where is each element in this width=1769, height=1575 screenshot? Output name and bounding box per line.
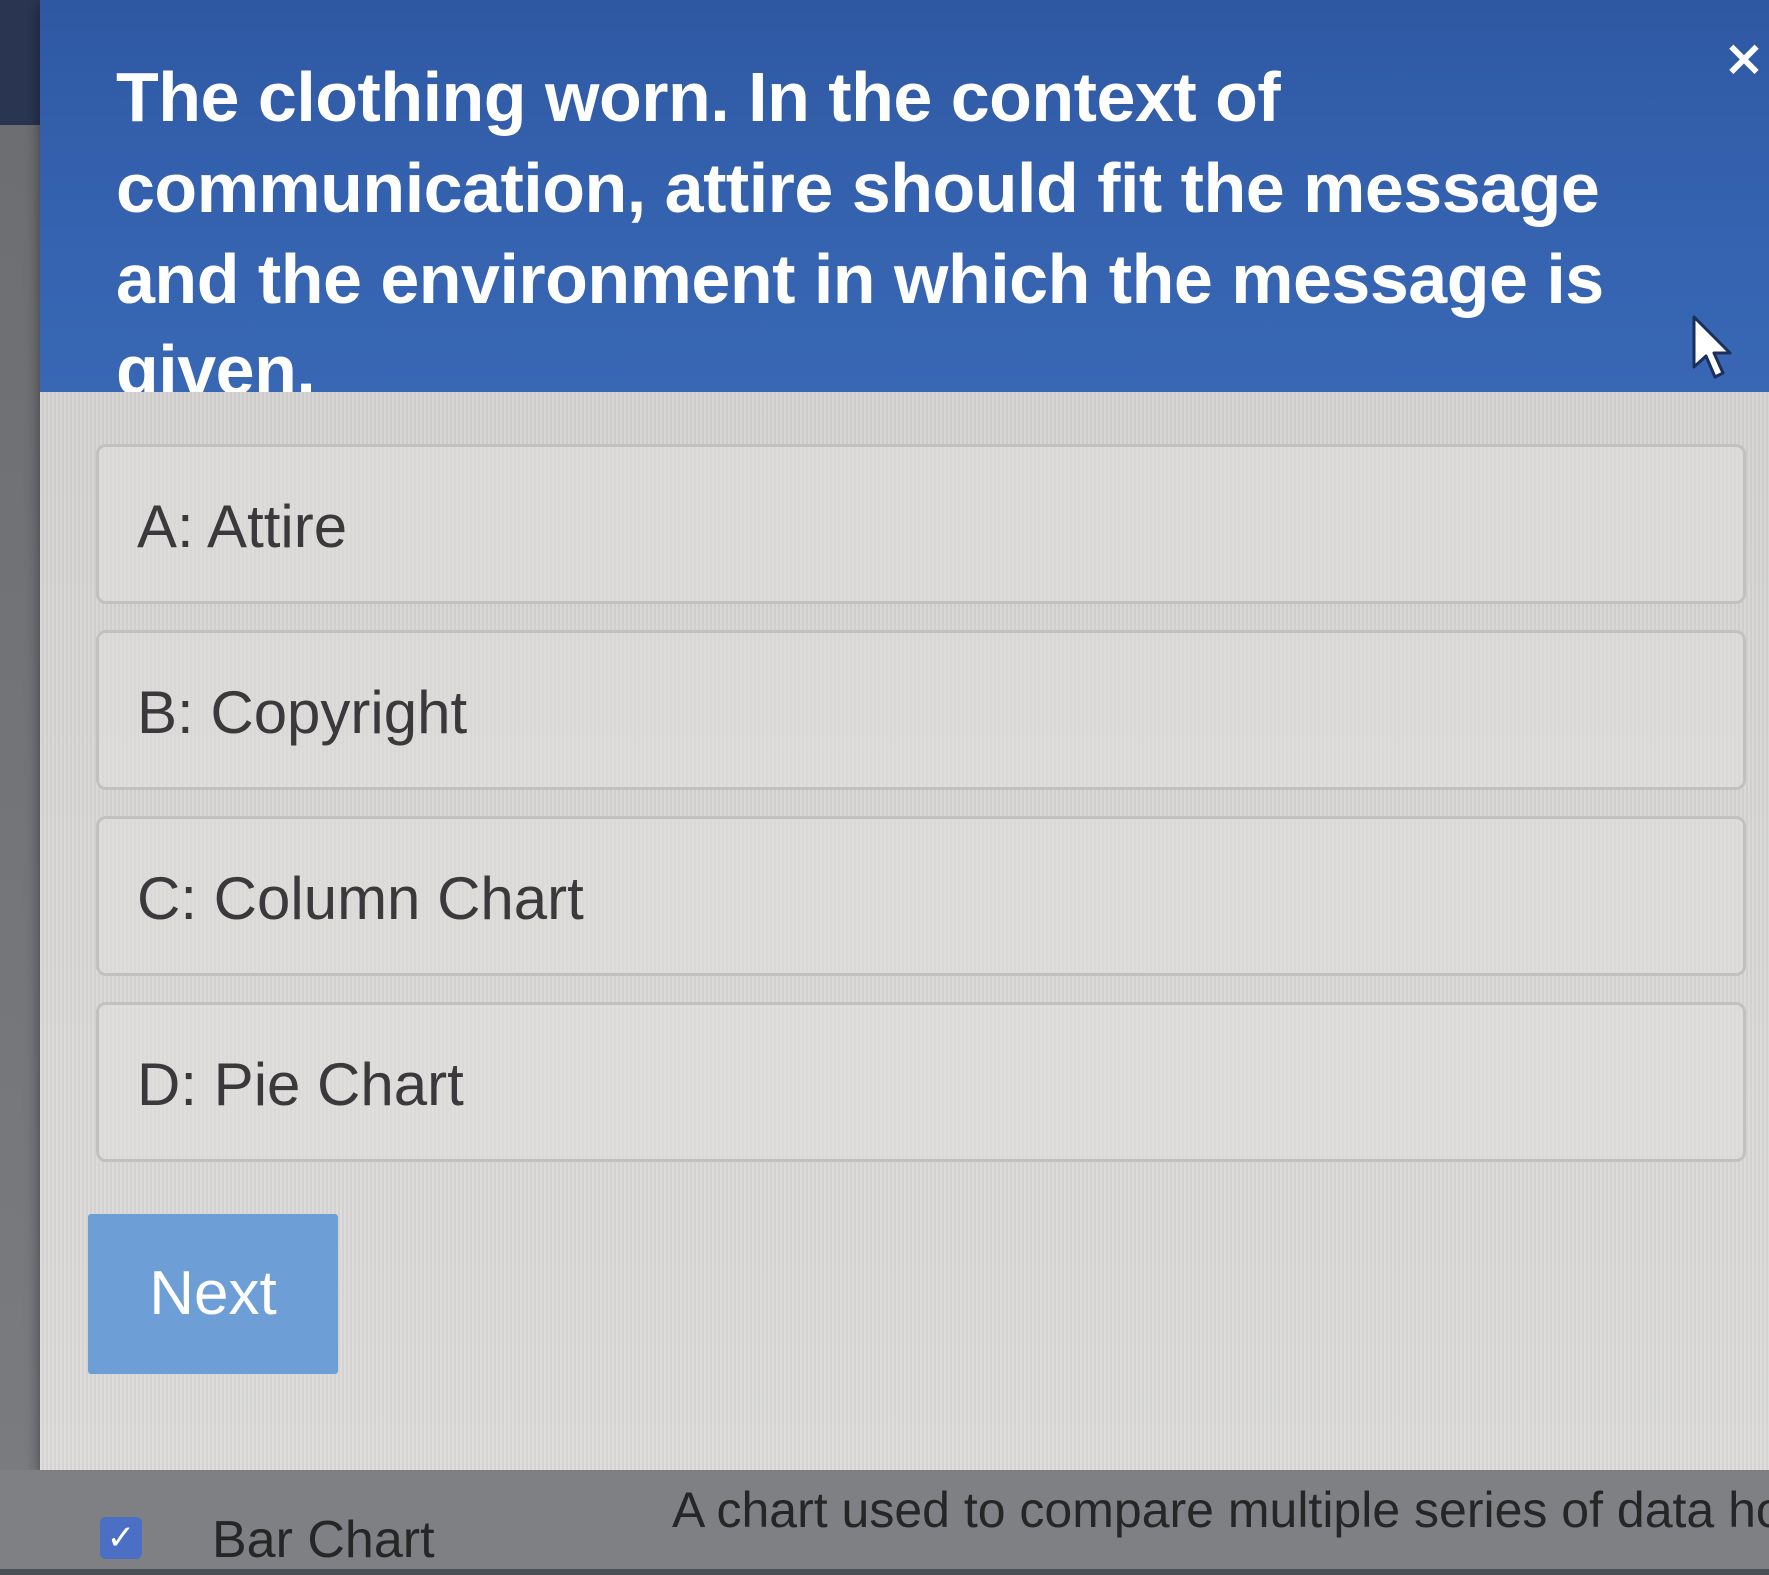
option-c-label: C: Column Chart [137,865,584,932]
checkmark-icon[interactable]: ✓ [100,1517,142,1559]
option-a[interactable]: A: Attire [96,444,1746,604]
term-label: Bar Chart [212,1511,435,1569]
flashcard-dialog: The clothing worn. In the context of com… [40,0,1769,1470]
term-definition: A chart used to compare multiple series … [672,1482,1769,1538]
option-b[interactable]: B: Copyright [96,630,1746,790]
question-text: The clothing worn. In the context of com… [116,58,1604,409]
option-a-label: A: Attire [137,493,348,560]
option-d-label: D: Pie Chart [137,1051,464,1118]
option-c[interactable]: C: Column Chart [96,816,1746,976]
dialog-header: The clothing worn. In the context of com… [40,0,1769,409]
answer-options-panel: A: Attire B: Copyright C: Column Chart D… [40,392,1769,1470]
option-d[interactable]: D: Pie Chart [96,1002,1746,1162]
next-button[interactable]: Next [88,1214,338,1374]
close-icon[interactable]: × [1720,30,1768,86]
option-b-label: B: Copyright [137,679,468,746]
mouse-pointer-icon [1692,315,1732,379]
